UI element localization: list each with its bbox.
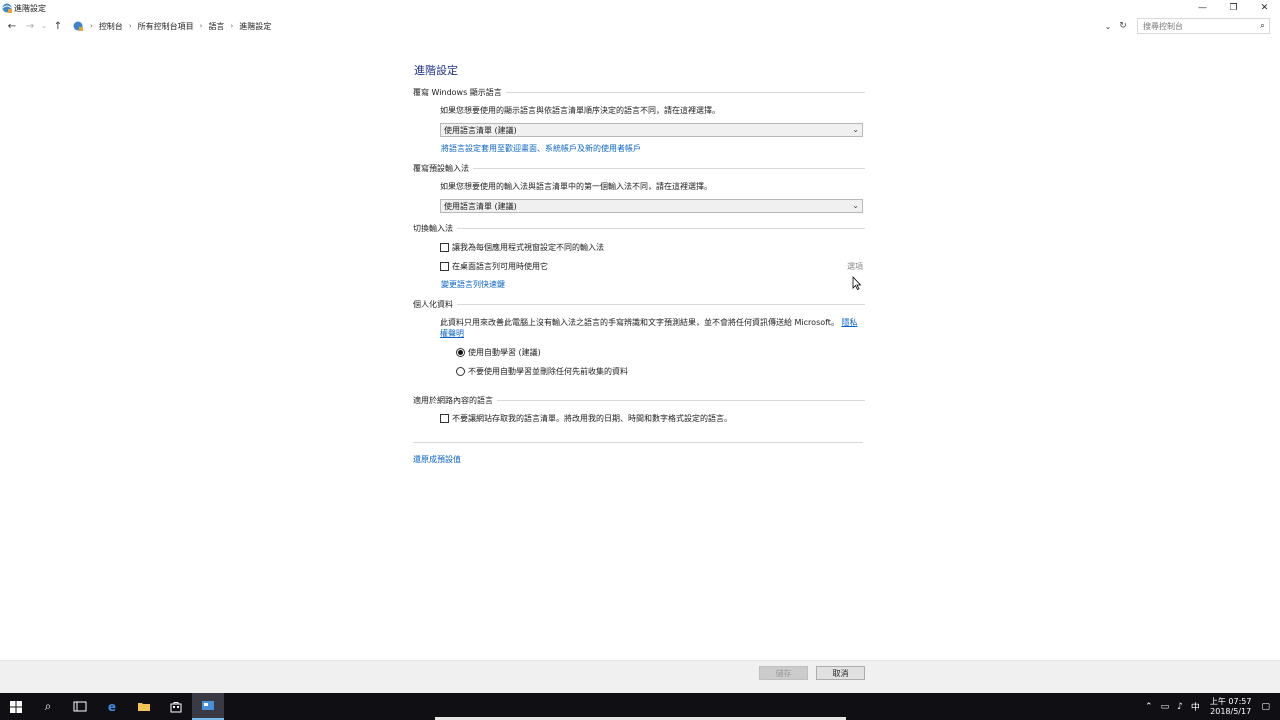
cancel-button[interactable]: 取消 — [816, 666, 865, 680]
auto-learning-radio[interactable] — [456, 348, 465, 357]
back-button[interactable]: ← — [3, 17, 21, 35]
volume-icon[interactable]: ♪ — [1177, 702, 1183, 712]
forward-arrow-icon: → — [25, 20, 35, 32]
show-hidden-icons-chevron-up-icon[interactable]: ⌃ — [1145, 702, 1153, 712]
default-input-select-value: 使用語言清單 (建議) — [444, 201, 517, 211]
search-button[interactable]: ⌕ — [32, 693, 64, 720]
no-auto-learning-radio-row[interactable]: 不要使用自動學習並刪除任何先前收集的資料 — [456, 366, 865, 377]
desktop-language-bar-label: 在桌面語言列可用時使用它 — [452, 262, 548, 271]
auto-learning-radio-row[interactable]: 使用自動學習 (建議) — [456, 347, 865, 358]
per-app-input-checkbox[interactable] — [440, 243, 449, 252]
section-heading-default-input: 覆寫預設輸入法 — [413, 163, 865, 174]
chevron-down-icon: ⌄ — [1104, 21, 1112, 31]
breadcrumb-control-panel[interactable]: 控制台 — [99, 21, 123, 32]
personalization-description: 此資料只用來改善此電腦上沒有輸入法之語言的手寫辨識和文字預測結果，並不會將任何資… — [440, 317, 863, 339]
refresh-button[interactable]: ↻ — [1116, 19, 1130, 33]
maximize-button[interactable]: ❐ — [1218, 0, 1249, 16]
refresh-icon: ↻ — [1119, 21, 1127, 31]
edge-browser-button[interactable]: e — [96, 693, 128, 720]
web-language-label: 不要讓網站存取我的語言清單。將改用我的日期、時間和數字格式設定的語言。 — [452, 414, 732, 423]
section-heading-personalization: 個人化資料 — [413, 299, 865, 310]
desktop-language-bar-checkbox[interactable] — [440, 262, 449, 271]
control-panel-taskbar-button[interactable] — [192, 693, 224, 720]
up-button[interactable]: ↑ — [49, 17, 67, 35]
web-language-checkbox-row[interactable]: 不要讓網站存取我的語言清單。將改用我的日期、時間和數字格式設定的語言。 — [440, 413, 865, 424]
store-button[interactable] — [160, 693, 192, 720]
display-language-description: 如果您想要使用的顯示語言與依語言清單順序決定的語言不同，請在這裡選擇。 — [440, 106, 720, 115]
options-link[interactable]: 選項 — [847, 261, 863, 272]
search-icon: ⌕ — [1259, 21, 1265, 31]
window-title: 進階設定 — [14, 3, 46, 13]
store-bag-icon — [170, 701, 182, 712]
section-heading-switch-input: 切換輸入法 — [413, 223, 865, 234]
back-arrow-icon: ← — [7, 20, 17, 32]
taskbar: ⌕ e ⌃ ▭ ♪ 中 上午 07:57 2018/5/17 ▢ — [0, 693, 1280, 720]
action-center-icon[interactable]: ▢ — [1261, 702, 1270, 712]
chevron-down-icon: ⌄ — [852, 201, 859, 210]
file-explorer-button[interactable] — [128, 693, 160, 720]
chevron-down-icon: ⌄ — [41, 22, 47, 30]
breadcrumb-separator: › — [128, 22, 132, 30]
save-button[interactable]: 儲存 — [759, 666, 808, 680]
folder-icon — [138, 703, 150, 711]
per-app-input-label: 讓我為每個應用程式視窗設定不同的輸入法 — [452, 243, 604, 252]
breadcrumb-advanced[interactable]: 進階設定 — [239, 21, 271, 32]
chevron-down-icon: ⌄ — [852, 125, 859, 134]
no-auto-learning-label: 不要使用自動學習並刪除任何先前收集的資料 — [468, 367, 628, 376]
breadcrumb-separator: › — [90, 22, 93, 30]
default-input-description: 如果您想要使用的輸入法與語言清單中的第一個輸入法不同，請在這裡選擇。 — [440, 182, 712, 191]
change-language-bar-hotkeys-link[interactable]: 變更語言列快速鍵 — [441, 280, 505, 289]
address-bar: ← → ⌄ ↑ › 控制台 › 所有控制台項目 › 語言 › 進階設定 — [0, 16, 1280, 36]
system-tray: ⌃ ▭ ♪ 中 上午 07:57 2018/5/17 ▢ — [1141, 693, 1280, 720]
start-button[interactable] — [0, 693, 32, 720]
control-panel-icon — [202, 701, 214, 710]
task-view-icon — [73, 701, 87, 712]
web-language-checkbox[interactable] — [440, 414, 449, 423]
no-auto-learning-radio[interactable] — [456, 367, 465, 376]
control-panel-small-icon — [73, 21, 83, 31]
minimize-button[interactable]: — — [1187, 0, 1218, 16]
section-heading-display-language: 覆寫 Windows 顯示語言 — [413, 87, 865, 98]
restore-defaults-link[interactable]: 還原成預設值 — [413, 455, 461, 464]
mouse-cursor-icon — [852, 276, 862, 290]
search-placeholder: 搜尋控制台 — [1143, 21, 1183, 31]
breadcrumb-separator: › — [199, 22, 203, 30]
up-arrow-icon: ↑ — [53, 20, 63, 32]
ime-indicator[interactable]: 中 — [1191, 700, 1200, 713]
edge-icon: e — [107, 699, 117, 714]
close-button[interactable]: ✕ — [1249, 0, 1280, 16]
address-dropdown-button[interactable]: ⌄ — [1103, 19, 1113, 33]
recent-locations-button[interactable]: ⌄ — [39, 17, 49, 35]
breadcrumb-language[interactable]: 語言 — [208, 21, 224, 32]
divider — [413, 442, 863, 443]
search-icon: ⌕ — [44, 699, 52, 713]
task-view-button[interactable] — [64, 693, 96, 720]
display-language-select-value: 使用語言清單 (建議) — [444, 125, 517, 135]
control-panel-icon — [2, 3, 12, 13]
windows-logo-icon — [10, 700, 22, 713]
breadcrumb-all-items[interactable]: 所有控制台項目 — [138, 21, 194, 32]
clock[interactable]: 上午 07:57 2018/5/17 — [1210, 697, 1252, 717]
clock-time: 上午 07:57 — [1209, 696, 1252, 706]
per-app-input-checkbox-row[interactable]: 讓我為每個應用程式視窗設定不同的輸入法 — [440, 242, 865, 253]
forward-button[interactable]: → — [21, 17, 39, 35]
address-path[interactable]: › 控制台 › 所有控制台項目 › 語言 › 進階設定 — [68, 18, 1114, 34]
page-title: 進階設定 — [414, 64, 458, 77]
search-input[interactable]: 搜尋控制台 ⌕ — [1137, 18, 1270, 34]
auto-learning-label: 使用自動學習 (建議) — [468, 348, 541, 357]
title-bar: 進階設定 — ❐ ✕ — [0, 0, 1280, 16]
default-input-select[interactable]: 使用語言清單 (建議) ⌄ — [440, 199, 863, 213]
clock-date: 2018/5/17 — [1210, 706, 1252, 716]
network-icon[interactable]: ▭ — [1161, 702, 1170, 712]
breadcrumb-separator: › — [230, 22, 234, 30]
personalization-description-text: 此資料只用來改善此電腦上沒有輸入法之語言的手寫辨識和文字預測結果，並不會將任何資… — [440, 318, 839, 327]
desktop-language-bar-checkbox-row[interactable]: 在桌面語言列可用時使用它 選項 — [440, 261, 863, 272]
display-language-select[interactable]: 使用語言清單 (建議) ⌄ — [440, 123, 863, 137]
main-content: 進階設定 覆寫 Windows 顯示語言 如果您想要使用的顯示語言與依語言清單順… — [413, 60, 865, 465]
dialog-footer: 儲存 取消 — [0, 660, 1280, 693]
section-heading-web-language: 適用於網路內容的語言 — [413, 395, 865, 406]
apply-settings-link[interactable]: 將語言設定套用至歡迎畫面、系統帳戶及新的使用者帳戶 — [441, 144, 641, 153]
